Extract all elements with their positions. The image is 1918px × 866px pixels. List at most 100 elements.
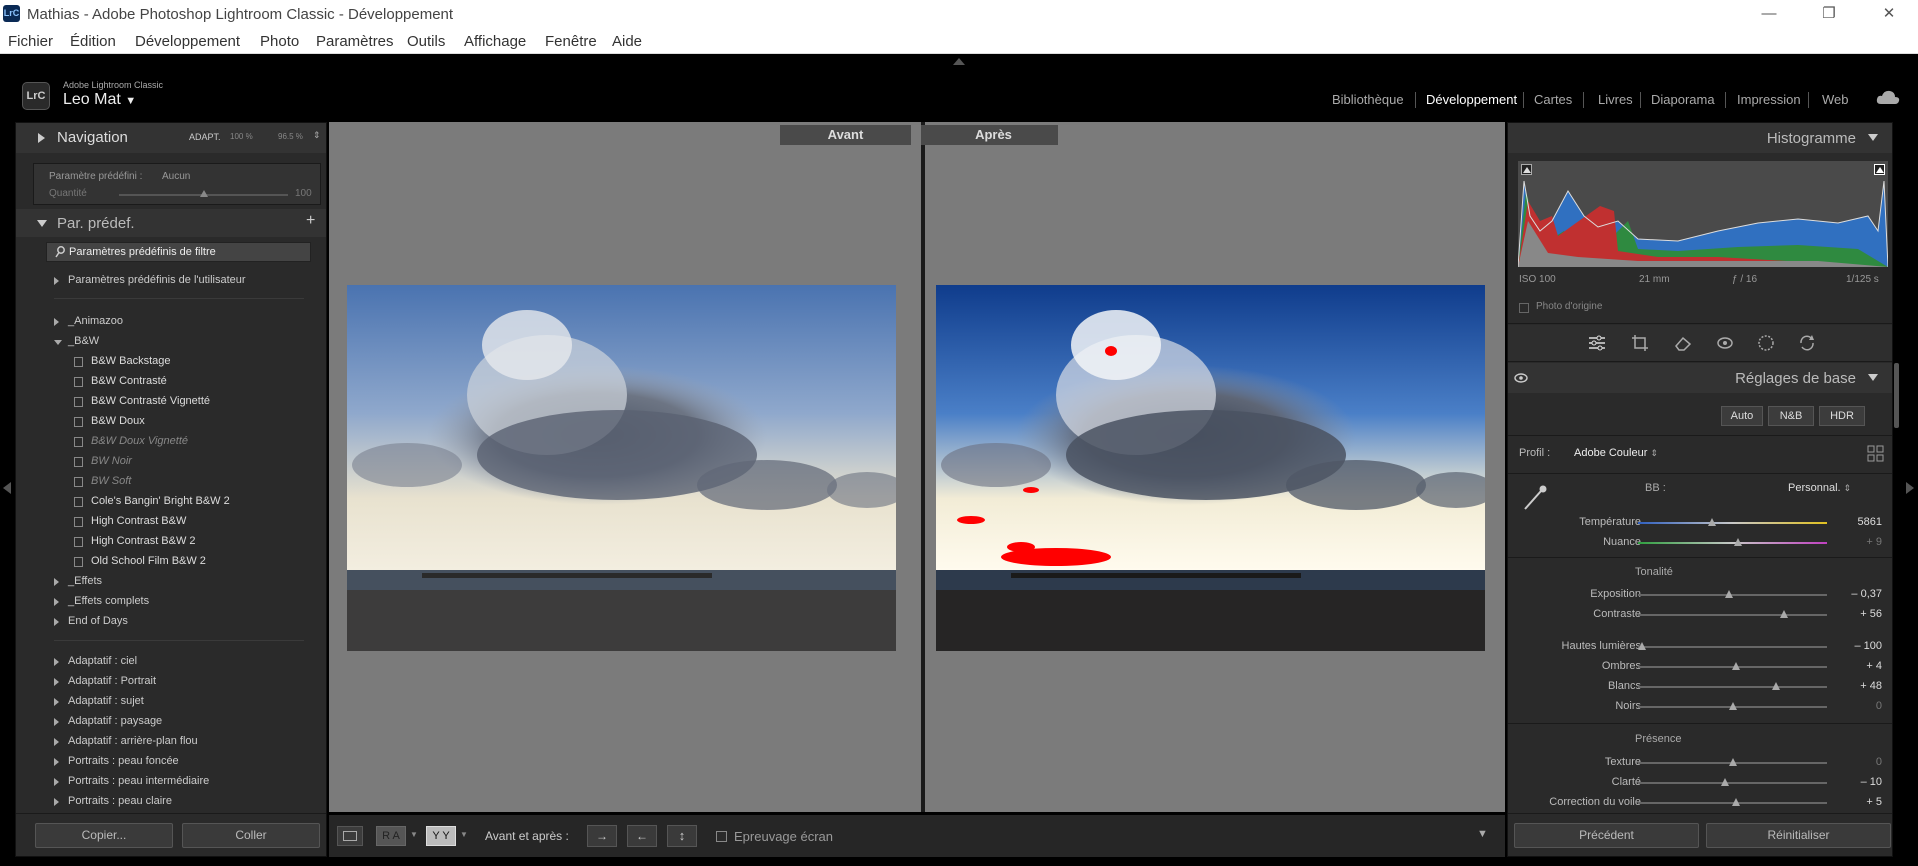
slider-exposition[interactable]: Exposition – 0,37 xyxy=(1508,587,1894,603)
module-impression[interactable]: Impression xyxy=(1737,92,1801,107)
menu-developpement[interactable]: Développement xyxy=(135,33,240,50)
amount-slider-thumb[interactable] xyxy=(199,190,208,197)
after-photo[interactable] xyxy=(936,285,1485,651)
slider-hautes-lumieres[interactable]: Hautes lumières – 100 xyxy=(1508,639,1894,655)
ra-view-button[interactable]: R A xyxy=(376,826,406,846)
slider-thumb[interactable] xyxy=(1728,702,1737,710)
slider-thumb[interactable] xyxy=(1771,682,1780,690)
preset-group-end-of-days[interactable]: End of Days xyxy=(54,615,128,627)
preset-filter-field[interactable]: Paramètres prédéfinis de filtre xyxy=(46,242,311,262)
module-livres[interactable]: Livres xyxy=(1598,92,1633,107)
slider-track[interactable] xyxy=(1638,522,1827,524)
preset-group[interactable]: Adaptatif : arrière-plan flou xyxy=(54,735,198,747)
preset-group[interactable]: Adaptatif : ciel xyxy=(54,655,137,667)
preset-item[interactable]: B&W Doux xyxy=(74,415,145,427)
slider-track[interactable] xyxy=(1638,614,1827,616)
zoom-fill-option[interactable]: 100 % xyxy=(230,132,253,141)
shadow-clipping-toggle[interactable] xyxy=(1521,164,1532,175)
preset-group-effets-complets[interactable]: _Effets complets xyxy=(54,595,149,607)
module-diaporama[interactable]: Diaporama xyxy=(1651,92,1715,107)
slider-value[interactable]: 5861 xyxy=(1832,516,1882,528)
slider-track[interactable] xyxy=(1638,542,1827,544)
module-developpement[interactable]: Développement xyxy=(1426,92,1517,107)
slider-value[interactable]: – 100 xyxy=(1832,640,1882,652)
slider-value[interactable]: 0 xyxy=(1832,756,1882,768)
cloud-sync-icon[interactable] xyxy=(1876,89,1900,105)
red-eye-icon[interactable] xyxy=(1716,335,1734,351)
slider-noirs[interactable]: Noirs 0 xyxy=(1508,699,1894,715)
preset-item[interactable]: High Contrast B&W 2 xyxy=(74,535,196,547)
preset-item[interactable]: B&W Contrasté xyxy=(74,375,167,387)
preset-group[interactable]: Portraits : peau intermédiaire xyxy=(54,775,209,787)
slider-track[interactable] xyxy=(1638,686,1827,688)
original-photo-checkbox[interactable] xyxy=(1519,303,1529,313)
menu-aide[interactable]: Aide xyxy=(612,33,642,50)
menu-outils[interactable]: Outils xyxy=(407,33,445,50)
preset-item[interactable]: BW Noir xyxy=(74,455,132,467)
zoom-fit-option[interactable]: ADAPT. xyxy=(189,132,221,142)
slider-value[interactable]: + 48 xyxy=(1832,680,1882,692)
masking-icon[interactable] xyxy=(1757,334,1775,352)
preset-item[interactable]: Cole's Bangin' Bright B&W 2 xyxy=(74,495,230,507)
menu-edition[interactable]: Édition xyxy=(70,33,116,50)
preset-value[interactable]: Aucun xyxy=(162,171,190,182)
slider-clarte[interactable]: Clarté – 10 xyxy=(1508,775,1894,791)
healing-eraser-icon[interactable] xyxy=(1674,335,1692,351)
before-photo[interactable] xyxy=(347,285,896,651)
toolbar-menu-icon[interactable]: ▼ xyxy=(1477,828,1488,840)
slider-thumb[interactable] xyxy=(1707,518,1716,526)
preset-group[interactable]: Adaptatif : Portrait xyxy=(54,675,156,687)
preset-group[interactable]: Adaptatif : paysage xyxy=(54,715,162,727)
loupe-view-button[interactable] xyxy=(337,826,363,846)
slider-thumb[interactable] xyxy=(1724,590,1733,598)
wb-dropdown[interactable]: Personnal. ⇕ xyxy=(1788,482,1851,494)
highlight-clipping-toggle[interactable] xyxy=(1874,164,1885,175)
paste-button[interactable]: Coller xyxy=(182,823,320,848)
slider-thumb[interactable] xyxy=(1734,538,1743,546)
copy-button[interactable]: Copier... xyxy=(35,823,173,848)
module-cartes[interactable]: Cartes xyxy=(1534,92,1572,107)
slider-texture[interactable]: Texture 0 xyxy=(1508,755,1894,771)
zoom-dropdown-icon[interactable]: ⇕ xyxy=(313,130,321,141)
slider-blancs[interactable]: Blancs + 48 xyxy=(1508,679,1894,695)
slider-value[interactable]: + 56 xyxy=(1832,608,1882,620)
right-panel-toggle-icon[interactable] xyxy=(1906,482,1914,494)
copy-after-to-before-icon[interactable]: ← xyxy=(627,825,657,847)
slider-thumb[interactable] xyxy=(1779,610,1788,618)
ra-dropdown-icon[interactable]: ▼ xyxy=(410,830,418,839)
slider-track[interactable] xyxy=(1638,646,1827,648)
preset-group-animazoo[interactable]: _Animazoo xyxy=(54,315,123,327)
preset-item[interactable]: B&W Doux Vignetté xyxy=(74,435,188,447)
menu-photo[interactable]: Photo xyxy=(260,33,299,50)
restore-icon[interactable]: ❐ xyxy=(1814,3,1844,25)
slider-track[interactable] xyxy=(1638,782,1827,784)
preset-item[interactable]: Old School Film B&W 2 xyxy=(74,555,206,567)
profile-dropdown[interactable]: Adobe Couleur ⇕ xyxy=(1574,447,1658,459)
slider-value[interactable]: – 10 xyxy=(1832,776,1882,788)
navigation-header[interactable]: Navigation ADAPT. 100 % 96.5 % ⇕ xyxy=(16,123,326,153)
preset-item[interactable]: B&W Backstage xyxy=(74,355,170,367)
preset-item[interactable]: High Contrast B&W xyxy=(74,515,186,527)
swap-before-after-icon[interactable]: ↕ xyxy=(667,825,697,847)
edit-sliders-icon[interactable] xyxy=(1588,335,1606,351)
close-icon[interactable]: ✕ xyxy=(1874,3,1904,25)
preset-group-effets[interactable]: _Effets xyxy=(54,575,102,587)
preset-group[interactable]: Adaptatif : sujet xyxy=(54,695,144,707)
proofing-checkbox[interactable] xyxy=(716,831,727,842)
basic-panel-header[interactable]: Réglages de base xyxy=(1508,363,1892,393)
slider-value[interactable]: + 9 xyxy=(1832,536,1882,548)
minimize-icon[interactable]: — xyxy=(1754,3,1784,25)
slider-thumb[interactable] xyxy=(1637,642,1646,650)
zoom-custom-option[interactable]: 96.5 % xyxy=(278,132,303,141)
top-panel-toggle-icon[interactable] xyxy=(953,58,965,65)
identity-user[interactable]: Leo Mat ▼ xyxy=(63,91,136,109)
yy-dropdown-icon[interactable]: ▼ xyxy=(460,830,468,839)
add-preset-icon[interactable]: + xyxy=(306,212,315,230)
preset-group-bw[interactable]: _B&W xyxy=(54,335,99,347)
slider-thumb[interactable] xyxy=(1728,758,1737,766)
panel-visibility-eye-icon[interactable] xyxy=(1514,373,1528,383)
crop-icon[interactable] xyxy=(1631,334,1649,352)
reset-transform-icon[interactable] xyxy=(1798,334,1816,352)
menu-affichage[interactable]: Affichage xyxy=(464,33,526,50)
previous-button[interactable]: Précédent xyxy=(1514,823,1699,848)
